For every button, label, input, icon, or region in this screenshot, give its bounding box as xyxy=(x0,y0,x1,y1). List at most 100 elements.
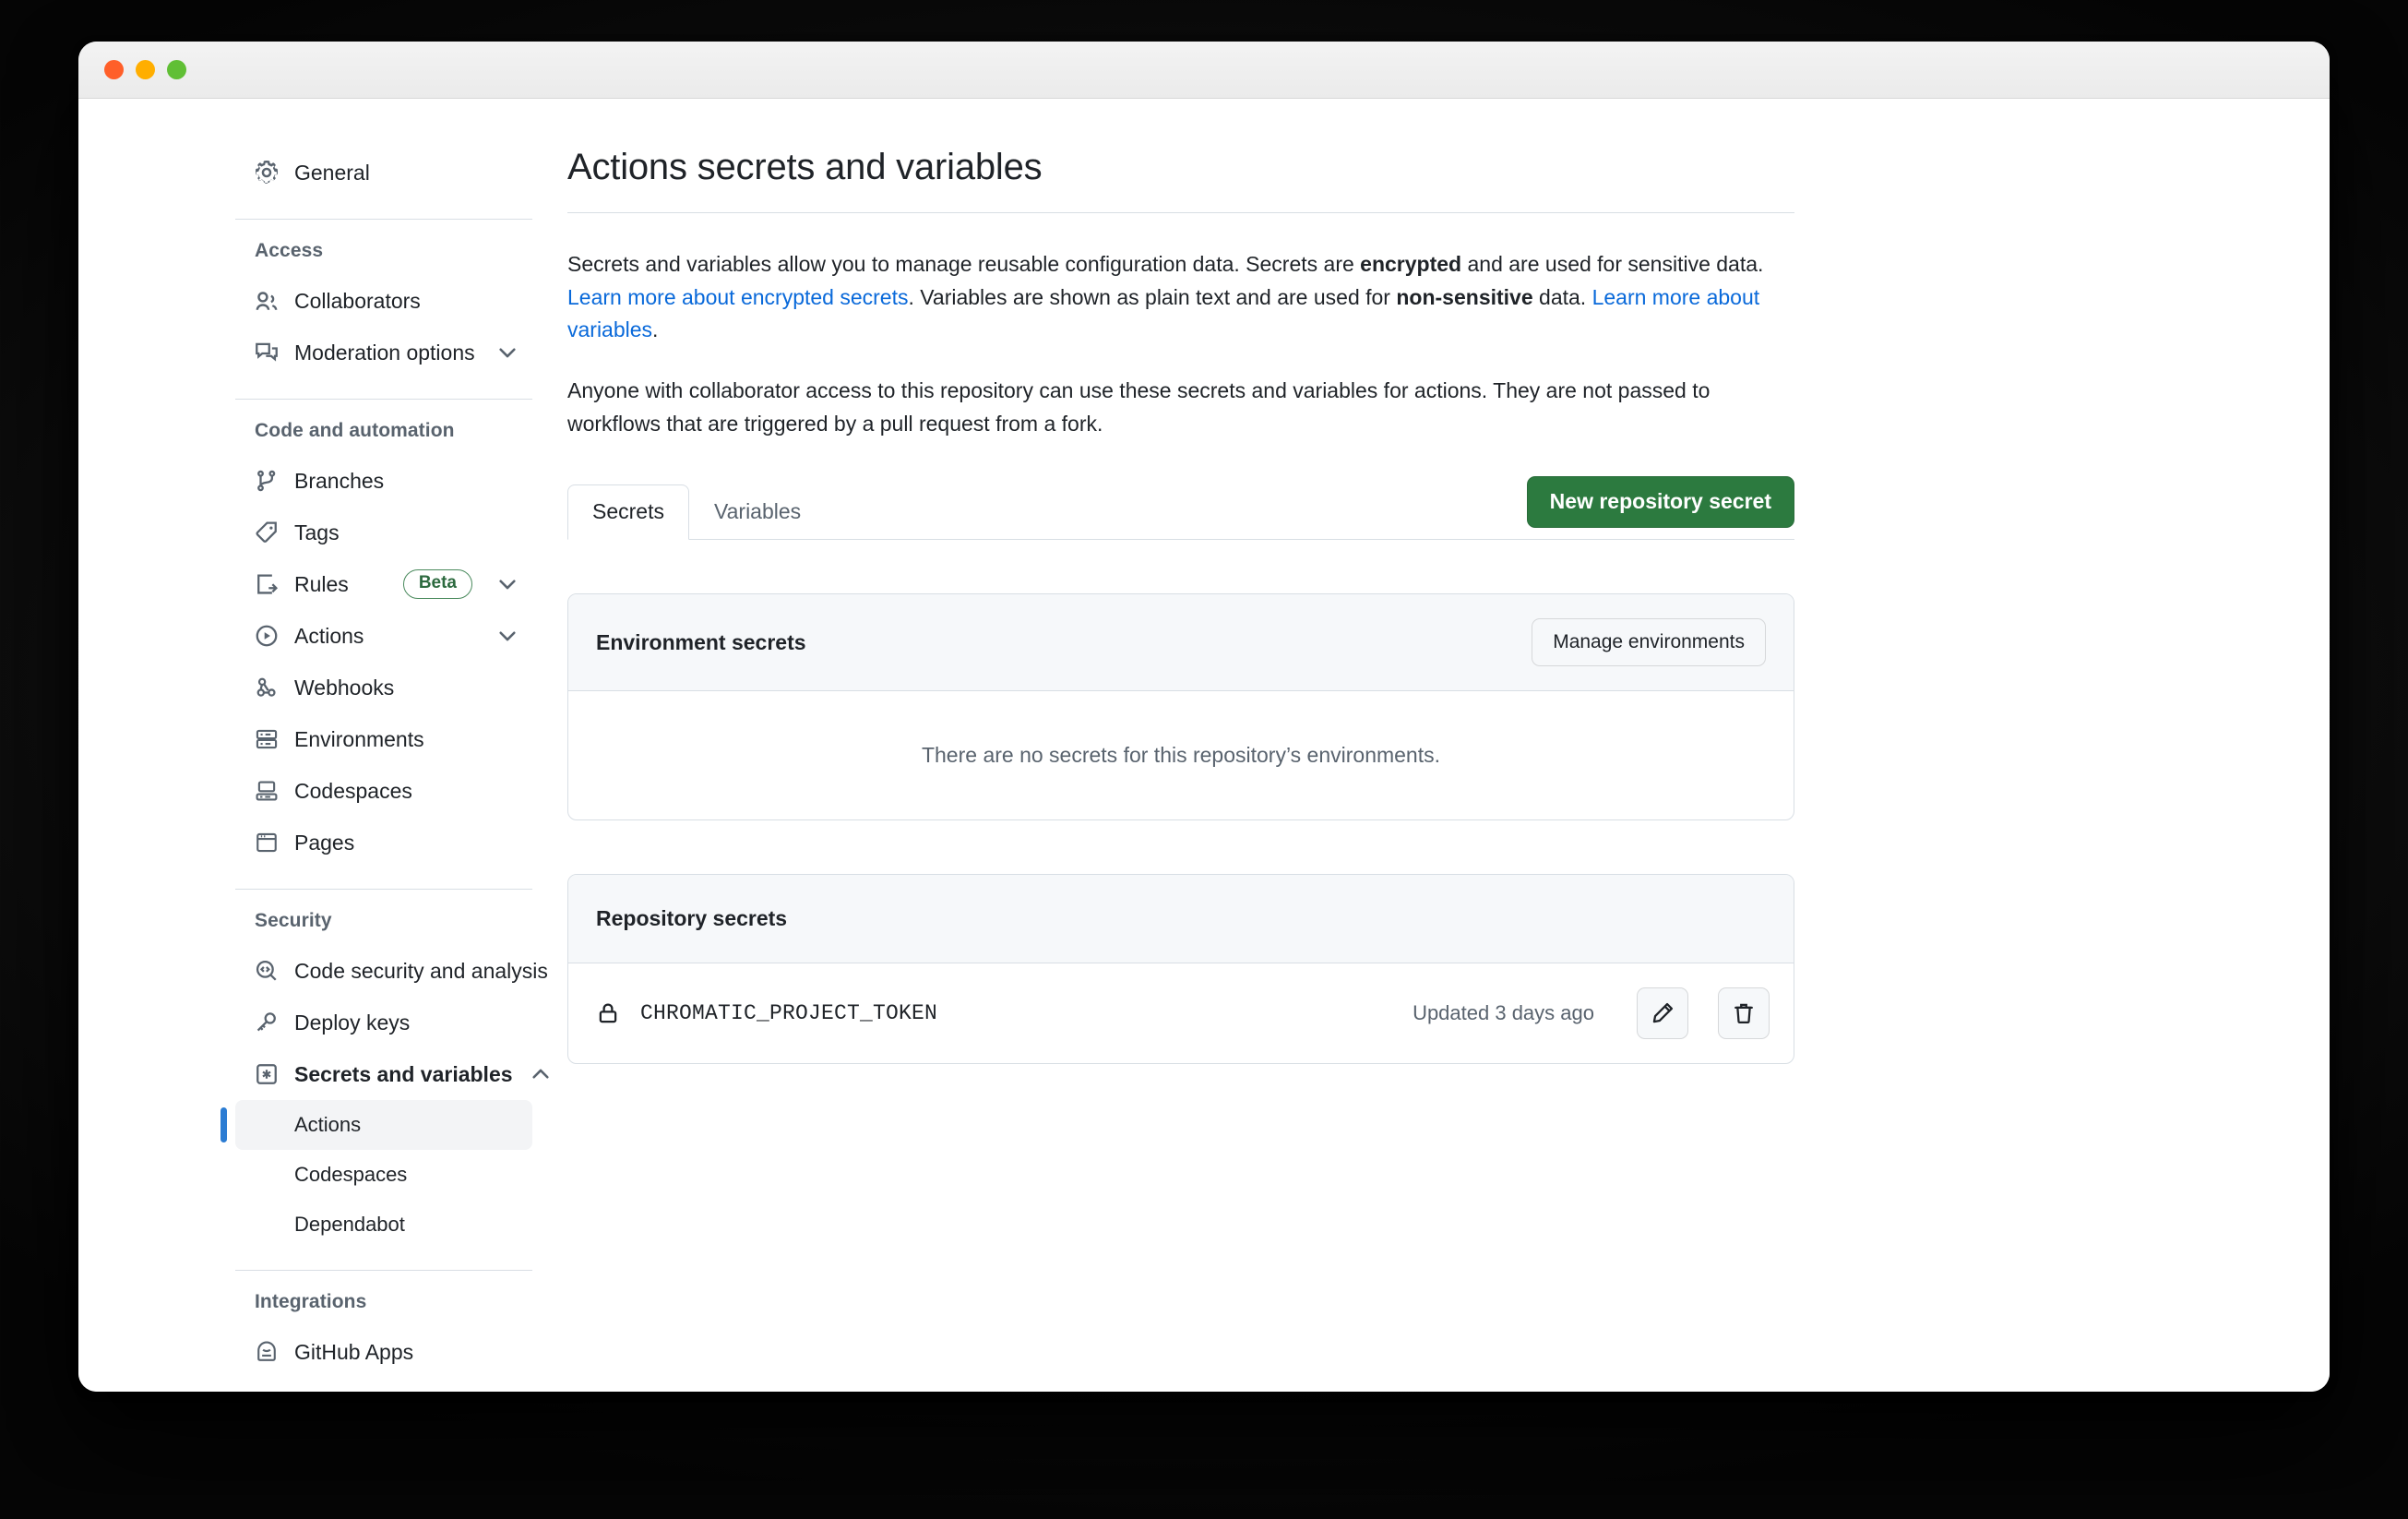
repository-secrets-title: Repository secrets xyxy=(596,906,788,931)
nav-group-title-security: Security xyxy=(255,910,332,931)
sidebar-divider xyxy=(235,889,532,890)
main-content: Actions secrets and variables Secrets an… xyxy=(567,147,1951,1392)
sidebar-item-label: Codespaces xyxy=(294,778,412,803)
tabs-row: Secrets Variables New repository secret xyxy=(567,475,1794,541)
sidebar-subitem-label: Dependabot xyxy=(294,1213,405,1236)
sidebar-divider xyxy=(235,219,532,220)
sidebar-item-label: Tags xyxy=(294,520,340,544)
tab-secrets[interactable]: Secrets xyxy=(567,484,689,541)
sidebar-item-rules[interactable]: Rules Beta xyxy=(235,558,532,610)
intro-text-part-3: . Variables are shown as plain text and … xyxy=(908,284,1397,309)
sidebar-item-label: Actions xyxy=(294,623,364,648)
page-viewport: General Access Collaborators Moderation … xyxy=(78,99,2330,1392)
sidebar-item-email-notifications[interactable]: Email notifications xyxy=(235,1378,532,1392)
nav-group-title-code-automation: Code and automation xyxy=(255,420,455,441)
sidebar-item-label: Pages xyxy=(294,830,355,855)
sidebar-item-github-apps[interactable]: GitHub Apps xyxy=(235,1326,532,1378)
nav-group-security: Security Code security and analysis Depl… xyxy=(221,910,549,1250)
sidebar-item-pages[interactable]: Pages xyxy=(235,817,532,868)
play-circle-icon xyxy=(255,624,279,648)
link-learn-more-encrypted-secrets[interactable]: Learn more about encrypted secrets xyxy=(567,285,908,309)
intro-paragraph-1: Secrets and variables allow you to manag… xyxy=(567,248,1771,347)
sidebar-item-code-security-and-analysis[interactable]: Code security and analysis xyxy=(235,945,548,997)
delete-secret-button[interactable] xyxy=(1718,987,1770,1040)
sidebar-item-deploy-keys[interactable]: Deploy keys xyxy=(235,997,532,1048)
intro-text-part-5: . xyxy=(652,317,659,342)
intro-text-part-4: data. xyxy=(1532,284,1592,309)
sidebar-subitem-codespaces[interactable]: Codespaces xyxy=(235,1150,532,1200)
sidebar-subitem-label: Actions xyxy=(294,1113,362,1136)
close-window-button[interactable] xyxy=(104,60,124,79)
sidebar-subitem-label: Codespaces xyxy=(294,1163,408,1186)
codescan-icon xyxy=(255,959,279,983)
page-title: Actions secrets and variables xyxy=(567,147,1043,187)
nav-group-integrations: Integrations GitHub Apps Email notificat… xyxy=(235,1291,532,1392)
sidebar-item-codespaces[interactable]: Codespaces xyxy=(235,765,532,817)
app-window: General Access Collaborators Moderation … xyxy=(78,42,2330,1392)
sidebar-item-tags[interactable]: Tags xyxy=(235,507,532,558)
sidebar-item-label: Secrets and variables xyxy=(294,1061,513,1086)
sidebar-subitem-dependabot[interactable]: Dependabot xyxy=(235,1200,532,1250)
chevron-down-icon[interactable] xyxy=(495,624,519,648)
webhook-icon xyxy=(255,676,279,700)
minimize-window-button[interactable] xyxy=(136,60,155,79)
intro-text-part-1: Secrets and variables allow you to manag… xyxy=(567,252,1361,276)
manage-environments-button[interactable]: Manage environments xyxy=(1532,618,1766,667)
zoom-window-button[interactable] xyxy=(167,60,186,79)
pencil-icon xyxy=(1651,1001,1675,1025)
environment-secrets-card: Environment secrets Manage environments … xyxy=(567,593,1794,821)
sidebar-item-webhooks[interactable]: Webhooks xyxy=(235,662,532,713)
new-repository-secret-button[interactable]: New repository secret xyxy=(1526,475,1794,529)
repository-secrets-header: Repository secrets xyxy=(568,875,1794,964)
nav-group-title-access: Access xyxy=(255,240,324,261)
sidebar-item-label: Environments xyxy=(294,726,424,751)
sidebar-item-environments[interactable]: Environments xyxy=(235,713,532,765)
trash-icon xyxy=(1732,1001,1756,1025)
intro-bold-encrypted: encrypted xyxy=(1360,252,1462,276)
tab-variables[interactable]: Variables xyxy=(689,484,826,540)
table-row: CHROMATIC_PROJECT_TOKEN Updated 3 days a… xyxy=(568,963,1794,1063)
sidebar-item-label: General xyxy=(294,160,370,185)
sidebar-item-moderation-options[interactable]: Moderation options xyxy=(235,327,532,378)
nav-group-top: General xyxy=(235,147,532,198)
sidebar-item-collaborators[interactable]: Collaborators xyxy=(235,275,532,327)
beta-badge: Beta xyxy=(402,568,472,600)
settings-sidebar: General Access Collaborators Moderation … xyxy=(78,147,567,1392)
chevron-down-icon[interactable] xyxy=(495,572,519,596)
tag-icon xyxy=(255,520,279,544)
people-icon xyxy=(255,289,279,313)
sidebar-divider xyxy=(235,1270,532,1271)
sidebar-item-label: Moderation options xyxy=(294,340,475,365)
github-apps-icon xyxy=(255,1340,279,1364)
sidebar-item-actions[interactable]: Actions xyxy=(235,610,532,662)
sidebar-item-label: Deploy keys xyxy=(294,1010,411,1035)
key-icon xyxy=(255,1011,279,1035)
intro-text-part-2: and are used for sensitive data. xyxy=(1461,252,1764,276)
environment-secrets-title: Environment secrets xyxy=(596,629,806,654)
secret-name: CHROMATIC_PROJECT_TOKEN xyxy=(640,1001,938,1026)
window-titlebar xyxy=(78,42,2330,99)
rules-icon xyxy=(255,572,279,596)
sidebar-item-general[interactable]: General xyxy=(235,147,532,198)
sidebar-divider xyxy=(235,399,532,400)
git-branch-icon xyxy=(255,469,279,493)
environment-secrets-header: Environment secrets Manage environments xyxy=(568,594,1794,692)
codespaces-icon xyxy=(255,779,279,803)
sidebar-item-secrets-and-variables[interactable]: Secrets and variables xyxy=(235,1048,549,1100)
environment-secrets-empty-message: There are no secrets for this repository… xyxy=(921,743,1441,768)
sidebar-item-branches[interactable]: Branches xyxy=(235,455,532,507)
sidebar-item-label: Branches xyxy=(294,468,385,493)
repository-secrets-card: Repository secrets CHROMATIC_PROJECT_TOK… xyxy=(567,874,1794,1065)
intro-paragraph-2: Anyone with collaborator access to this … xyxy=(567,377,1711,436)
sidebar-subitem-actions[interactable]: Actions xyxy=(221,1100,532,1150)
sidebar-item-label: Webhooks xyxy=(294,675,395,700)
nav-group-code-automation: Code and automation Branches Tags Rules … xyxy=(235,420,532,868)
chevron-up-icon[interactable] xyxy=(529,1062,553,1086)
chevron-down-icon[interactable] xyxy=(495,341,519,365)
intro-bold-non-sensitive: non-sensitive xyxy=(1396,284,1533,309)
lock-icon xyxy=(596,1001,620,1025)
server-icon xyxy=(255,727,279,751)
nav-group-access: Access Collaborators Moderation options xyxy=(235,240,532,378)
edit-secret-button[interactable] xyxy=(1637,987,1688,1040)
asterisk-box-icon xyxy=(255,1062,279,1086)
